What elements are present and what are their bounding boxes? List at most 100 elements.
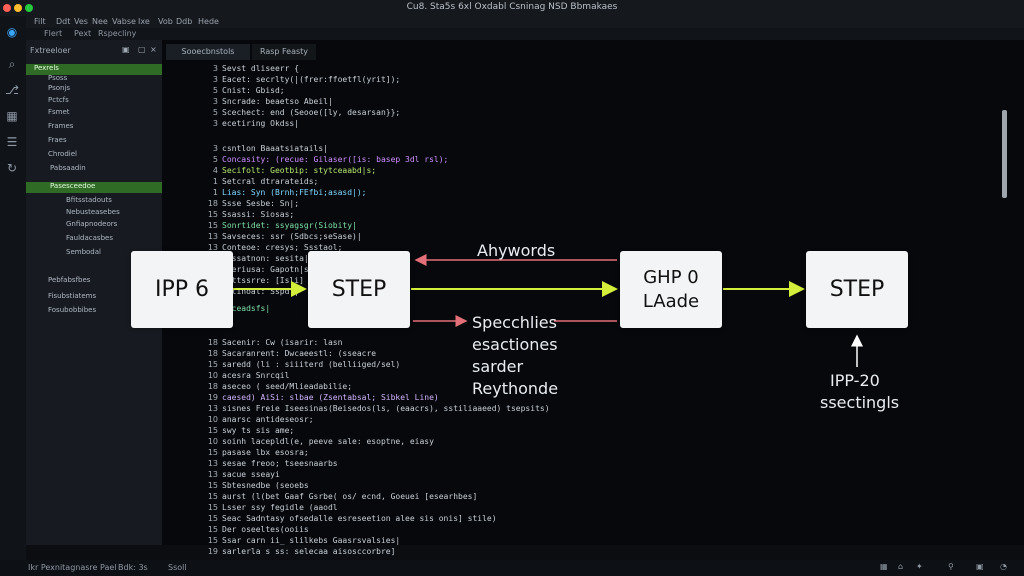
diagram-node-label: GHP 0 LAade <box>642 266 700 312</box>
code-line: anarsc antideseosr; <box>222 415 314 424</box>
status-cursor-hint: Ssoll <box>168 563 187 572</box>
code-line: Secifolt: Geotbip: stytceaabd|s; <box>222 166 377 175</box>
list-item-label: Frames <box>48 122 74 130</box>
window-title: Cu8. Sta5s 6xl Oxdabl Csninag NSD Bbmaka… <box>406 2 618 12</box>
code-line: Ssse Sesbe: Sn|; <box>222 199 300 208</box>
list-item[interactable]: Chrodiel <box>26 150 162 161</box>
explorer-header: Fxtreeloer ▣ ▢ × <box>26 40 162 60</box>
list-item-label: Fosubobbibes <box>48 306 97 314</box>
list-item[interactable]: Frames <box>26 122 162 133</box>
diagram-node-ghp0[interactable]: GHP 0 LAade <box>620 251 722 328</box>
list-item-label: Psoss <box>48 74 68 82</box>
explorer-title: Fxtreeloer <box>30 46 71 55</box>
code-line: Savseces: ssr (Sdbcs;seSase)| <box>222 232 362 241</box>
list-item-label: Psonjs <box>48 84 71 92</box>
status-icon-5[interactable]: ▣ <box>976 562 984 571</box>
list-item[interactable]: Psonjs <box>26 84 162 95</box>
status-icon-3[interactable]: ✦ <box>916 562 923 571</box>
home-icon[interactable]: ◉ <box>4 24 20 40</box>
code-line: Eacet: secrlty(|(frer:ffoetfl(yrit]); <box>222 75 401 84</box>
code-line: Sevst dliseerr { <box>222 64 300 73</box>
status-icon-6[interactable]: ◔ <box>1000 562 1007 571</box>
collapse-icon[interactable]: × <box>150 45 157 54</box>
list-item[interactable]: Pabsaadin <box>26 164 162 175</box>
status-icon-1[interactable]: ▦ <box>880 562 888 571</box>
line-number: 3 <box>212 64 218 73</box>
list-item-label: Sembodal <box>66 248 101 256</box>
list-item[interactable]: Bfitsstadouts <box>26 196 162 207</box>
menu-item-view[interactable]: Ves <box>74 17 88 26</box>
line-number: 15 <box>207 426 218 435</box>
editor-scrollbar[interactable] <box>1002 110 1007 198</box>
line-number: 1 <box>212 188 218 197</box>
status-icon-4[interactable]: ⚲ <box>948 562 954 571</box>
diagram-node-ipp6[interactable]: IPP 6 <box>131 251 233 328</box>
diagram-text-line: Reythonde <box>472 379 559 398</box>
menu-item-new[interactable]: Nee <box>92 17 108 26</box>
code-line: Ssar carn ii_ slilkebs Gaasrsvalsies| <box>222 536 401 545</box>
line-number: 19 <box>207 547 218 556</box>
code-line: saredd (li : siiiterd (belliiged/sel) <box>222 360 401 369</box>
code-line: Ssassi: Siosas; <box>222 210 295 219</box>
git-icon[interactable]: ⎇ <box>4 82 20 98</box>
code-line: Lsser ssy fegidle (aaodl <box>222 503 338 512</box>
code-line: Scechect: end (Seooe([ly, desarsan}}; <box>222 108 401 117</box>
code-line: Sonrtidet: ssyagsgr(Siobity| <box>222 221 357 230</box>
menu-item-variable[interactable]: Vabse <box>112 17 136 26</box>
debug-icon[interactable]: ☰ <box>4 134 20 150</box>
menu-item-index[interactable]: Ixe <box>138 17 150 26</box>
refresh-icon[interactable]: ↻ <box>4 160 20 176</box>
list-item-label: Fsmet <box>48 108 70 116</box>
code-line: sesae freoo; tseesnaarbs <box>222 459 338 468</box>
list-item[interactable]: Fauldacasbes <box>26 234 162 245</box>
code-line: caesed) AiSi: slbae (Zsentabsal; Sibkel … <box>222 393 439 402</box>
list-item[interactable]: Pasesceedoe <box>26 182 162 193</box>
menu-item-debug[interactable]: Ddb <box>176 17 192 26</box>
tab-second[interactable]: Rasp Feasty <box>252 44 316 60</box>
line-number: 13 <box>207 404 218 413</box>
list-item[interactable]: Pctcfs <box>26 96 162 107</box>
folder-icon[interactable]: ▣ <box>122 45 130 54</box>
list-item-label: Pctcfs <box>48 96 69 104</box>
toolbar-second-button[interactable]: Pext <box>74 29 91 38</box>
toolbar-first-button[interactable]: Flert <box>44 29 62 38</box>
menu-item-tools[interactable]: Vob <box>158 17 173 26</box>
list-item-label: Fisubstiatems <box>48 292 97 300</box>
toolbar-third-button[interactable]: Rspecliny <box>98 29 136 38</box>
status-left: Ikr Pexnitagnasre Pael <box>28 563 117 572</box>
list-item-label: Gnfiapnodeors <box>66 220 118 228</box>
code-line: Seeriusa: Gapotn|s; <box>222 265 314 274</box>
code-line: soinh lacepldl(e, peeve sale: esoptne, e… <box>222 437 434 446</box>
line-number: 15 <box>207 210 218 219</box>
line-number: 13 <box>207 470 218 479</box>
diagram-node-step-2[interactable]: STEP <box>806 251 908 328</box>
menu-item-help[interactable]: Hede <box>198 17 219 26</box>
line-number: 5 <box>212 108 218 117</box>
line-number: 15 <box>207 448 218 457</box>
new-file-icon[interactable]: ▢ <box>138 45 146 54</box>
extensions-icon[interactable]: ▦ <box>4 108 20 124</box>
code-line: Concasity: (recue: Gilaser([is: basep 3d… <box>222 155 449 164</box>
list-item[interactable]: Gnfiapnodeors <box>26 220 162 231</box>
code-line: acesra Snrcqil <box>222 371 290 380</box>
code-line: aurst (l(bet Gaaf Gsrbe( os/ ecnd, Goeue… <box>222 492 478 501</box>
tab-first[interactable]: Sooecbnstols <box>166 44 250 60</box>
line-number: 10 <box>207 371 218 380</box>
code-line: Sbtesnedbe (seoebs <box>222 481 309 490</box>
code-line: Sncrade: beaetso Abeil| <box>222 97 333 106</box>
list-item[interactable]: Fraes <box>26 136 162 147</box>
status-icon-2[interactable]: ⌂ <box>898 562 903 571</box>
search-icon[interactable]: ⌕ <box>4 56 20 72</box>
title-bar: Cu8. Sta5s 6xl Oxdabl Csninag NSD Bbmaka… <box>0 0 1024 16</box>
diagram-text-line: esactiones <box>472 335 558 354</box>
diagram-node-step[interactable]: STEP <box>308 251 410 328</box>
status-middle: Bdk: 3s <box>118 563 148 572</box>
diagram-node-label: STEP <box>331 277 387 302</box>
line-number: 15 <box>207 525 218 534</box>
menu-item-file[interactable]: Filt <box>34 17 46 26</box>
line-number: 15 <box>207 360 218 369</box>
line-number: 15 <box>207 221 218 230</box>
list-item[interactable]: Nebusteasebes <box>26 208 162 219</box>
list-item[interactable]: Fsmet <box>26 108 162 119</box>
menu-item-edit[interactable]: Ddt <box>56 17 70 26</box>
